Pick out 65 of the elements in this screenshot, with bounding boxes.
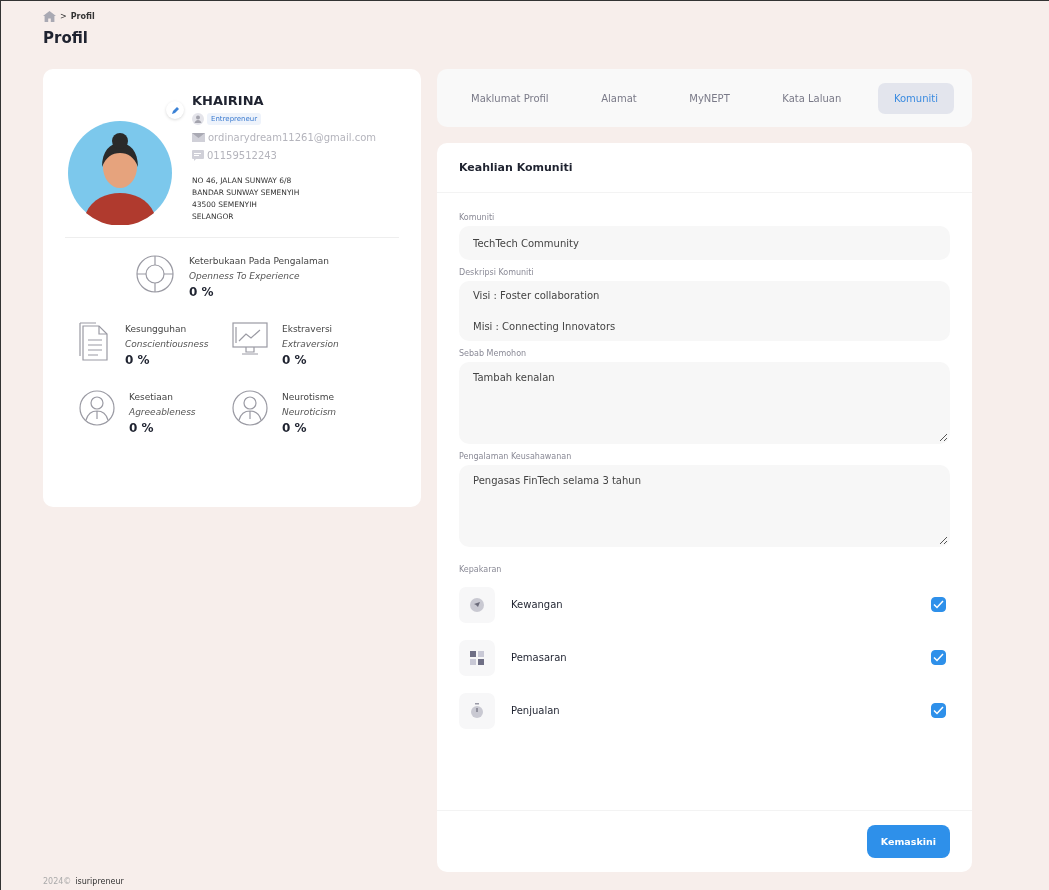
trait-value: 0 % <box>282 353 308 368</box>
checkbox[interactable] <box>931 597 946 612</box>
edit-avatar-button[interactable] <box>166 101 184 119</box>
expertise-label: Kewangan <box>511 599 564 610</box>
compass-icon <box>470 597 484 612</box>
tab[interactable]: Komuniti <box>877 82 954 114</box>
tab[interactable]: Alamat <box>585 82 653 114</box>
expertise-label: Penjualan <box>511 705 561 716</box>
checkbox[interactable] <box>931 650 946 665</box>
copyright-year: 2024© <box>43 877 72 886</box>
field-label: Kepakaran <box>459 565 503 574</box>
person-icon <box>232 390 268 426</box>
text-area[interactable]: Pengasas FinTech selama 3 tahun <box>459 465 950 547</box>
page-title: Profil <box>43 29 89 47</box>
tab[interactable]: MyNEPT <box>673 82 746 114</box>
trait-value: 0 % <box>189 285 215 300</box>
person-icon <box>79 390 115 426</box>
home-icon[interactable] <box>43 10 56 22</box>
checkbox[interactable] <box>931 703 946 718</box>
text-line: Misi : Connecting Innovators <box>473 321 617 332</box>
user-icon <box>192 113 204 125</box>
resize-handle-icon[interactable] <box>940 434 947 441</box>
resize-handle-icon[interactable] <box>940 537 947 544</box>
trait-label: Kesetiaan <box>129 391 174 404</box>
email-text: ordinarydream11261@gmail.com <box>208 132 377 143</box>
pencil-icon <box>170 105 180 115</box>
trait-label: Kesungguhan <box>125 323 188 336</box>
trait-value: 0 % <box>282 421 308 436</box>
update-button[interactable]: Kemaskini <box>866 825 950 858</box>
trait-english-label: Conscientiousness <box>125 338 209 351</box>
field-label: Deskripsi Komuniti <box>459 268 535 277</box>
trait-english-label: Openness To Experience <box>189 270 301 283</box>
trait-english-label: Agreeableness <box>129 406 196 419</box>
trait-english-label: Extraversion <box>282 338 339 351</box>
message-icon <box>192 150 204 161</box>
form-title: Keahlian Komuniti <box>437 143 972 193</box>
text-area[interactable]: Visi : Foster collaboration Misi : Connecting Innovators <box>459 281 950 341</box>
stopwatch-icon <box>471 703 483 718</box>
trait-value: 0 % <box>125 353 151 368</box>
trait-label: Ekstraversi <box>282 323 334 336</box>
trait-value: 0 % <box>129 421 155 436</box>
footer-brand: isuripreneur <box>75 877 124 886</box>
phone-text: 01159512243 <box>207 150 277 161</box>
tab[interactable]: Kata Laluan <box>766 82 858 114</box>
mail-icon <box>192 133 205 142</box>
trait-english-label: Neuroticism <box>282 406 337 419</box>
breadcrumb-current: Profil <box>70 11 95 21</box>
tab[interactable]: Maklumat Profil <box>455 82 565 114</box>
expertise-label: Pemasaran <box>511 652 568 663</box>
field-label: Pengalaman Keusahawanan <box>459 452 573 461</box>
breadcrumb-separator: > <box>60 11 67 21</box>
input-field[interactable]: TechTech Community <box>459 226 950 260</box>
profile-name: KHAIRINA <box>192 93 265 108</box>
field-label: Komuniti <box>459 213 496 222</box>
trait-label: Keterbukaan Pada Pengalaman <box>189 255 329 268</box>
trait-label: Neurotisme <box>282 391 335 404</box>
text-area[interactable]: Tambah kenalan <box>459 362 950 444</box>
document-icon <box>79 322 111 362</box>
text-area-value: Tambah kenalan <box>473 372 555 383</box>
monitor-chart-icon <box>232 322 268 356</box>
field-label: Sebab Memohon <box>459 349 528 358</box>
donut-chart-icon <box>135 254 175 294</box>
text-area-value: Pengasas FinTech selama 3 tahun <box>473 475 641 486</box>
text-line: Visi : Foster collaboration <box>473 290 601 301</box>
grid-icon <box>470 650 484 665</box>
